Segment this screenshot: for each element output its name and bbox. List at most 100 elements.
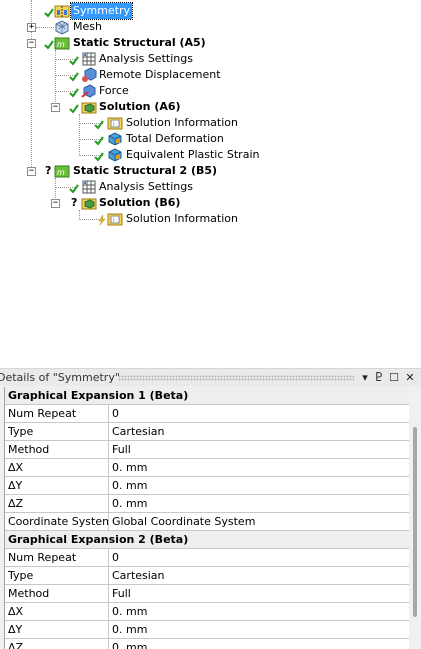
collapse-toggle[interactable]: − bbox=[27, 167, 36, 176]
close-icon[interactable]: ✕ bbox=[404, 371, 416, 385]
pin-icon[interactable]: Ⴒ bbox=[373, 371, 385, 385]
dropdown-icon[interactable]: ▾ bbox=[359, 371, 371, 385]
details-title: Details of "Symmetry" bbox=[0, 371, 120, 384]
tree-item-label: Symmetry bbox=[69, 2, 134, 20]
check-icon bbox=[69, 72, 79, 82]
property-row[interactable]: Num Repeat 0 bbox=[5, 405, 409, 423]
property-value[interactable]: 0. mm bbox=[109, 639, 409, 649]
tree-item-solution-information-2[interactable]: i Solution Information bbox=[0, 211, 240, 227]
check-icon bbox=[69, 56, 79, 66]
solution-information-icon: i bbox=[107, 117, 123, 130]
section-header[interactable]: Graphical Expansion 1 (Beta) bbox=[5, 387, 409, 405]
tree-item-label: Force bbox=[99, 84, 129, 97]
tree-item-label: Solution Information bbox=[126, 116, 238, 129]
property-name: Type bbox=[5, 567, 109, 584]
property-value[interactable]: 0. mm bbox=[109, 495, 409, 512]
tree-item-label: Remote Displacement bbox=[99, 68, 221, 81]
property-name: ΔY bbox=[5, 621, 109, 638]
panel-grip[interactable] bbox=[118, 375, 354, 381]
tree-item-label: Equivalent Plastic Strain bbox=[126, 148, 260, 161]
property-value[interactable]: 0. mm bbox=[109, 477, 409, 494]
tree-item-total-deformation[interactable]: Total Deformation bbox=[0, 131, 240, 147]
property-row[interactable]: Num Repeat 0 bbox=[5, 549, 409, 567]
check-icon bbox=[44, 8, 54, 18]
property-value[interactable]: Full bbox=[109, 585, 409, 602]
property-name: Num Repeat bbox=[5, 405, 109, 422]
property-value[interactable]: Cartesian bbox=[109, 423, 409, 440]
tree-item-label: Static Structural 2 (B5) bbox=[73, 164, 218, 177]
analysis-system-icon: m bbox=[54, 37, 70, 50]
collapse-toggle[interactable]: − bbox=[51, 103, 60, 112]
tree-item-label: Analysis Settings bbox=[99, 52, 193, 65]
tree-item-label: Analysis Settings bbox=[99, 180, 193, 193]
force-icon bbox=[81, 84, 96, 98]
check-icon bbox=[69, 104, 79, 114]
outline-tree[interactable]: Symmetry + Mesh − m Static Structural (A… bbox=[0, 0, 421, 362]
property-row[interactable]: ΔZ 0. mm bbox=[5, 639, 409, 649]
tree-item-solution-information[interactable]: i Solution Information bbox=[0, 115, 240, 131]
property-row[interactable]: ΔX 0. mm bbox=[5, 459, 409, 477]
tree-item-label: Total Deformation bbox=[126, 132, 224, 145]
analysis-settings-icon bbox=[82, 180, 96, 194]
svg-text:m: m bbox=[57, 40, 65, 49]
property-value[interactable]: Cartesian bbox=[109, 567, 409, 584]
collapse-toggle[interactable]: − bbox=[51, 199, 60, 208]
property-value[interactable]: 0 bbox=[109, 549, 409, 566]
tree-item-symmetry[interactable]: Symmetry bbox=[0, 2, 200, 20]
property-name: Method bbox=[5, 585, 109, 602]
tree-item-solution-b6[interactable]: − ? Solution (B6) bbox=[0, 195, 220, 211]
property-row[interactable]: ΔY 0. mm bbox=[5, 621, 409, 639]
check-icon bbox=[69, 88, 79, 98]
tree-item-solution-a6[interactable]: − Solution (A6) bbox=[0, 99, 220, 115]
expand-toggle[interactable]: + bbox=[27, 23, 36, 32]
result-icon bbox=[108, 132, 122, 146]
check-icon bbox=[94, 136, 104, 146]
property-value[interactable]: 0 bbox=[109, 405, 409, 422]
maximize-icon[interactable]: ☐ bbox=[388, 371, 400, 385]
section-header[interactable]: Graphical Expansion 2 (Beta) bbox=[5, 531, 409, 549]
collapse-toggle[interactable]: − bbox=[27, 39, 36, 48]
tree-item-equivalent-plastic-strain[interactable]: Equivalent Plastic Strain bbox=[0, 147, 260, 163]
tree-item-analysis-settings-2[interactable]: Analysis Settings bbox=[0, 179, 220, 195]
property-row[interactable]: Coordinate System Global Coordinate Syst… bbox=[5, 513, 409, 531]
property-row[interactable]: ΔX 0. mm bbox=[5, 603, 409, 621]
property-name: ΔZ bbox=[5, 639, 109, 649]
mesh-icon bbox=[55, 20, 69, 35]
property-value[interactable]: 0. mm bbox=[109, 459, 409, 476]
tree-item-force[interactable]: Force bbox=[0, 83, 220, 99]
property-name: ΔZ bbox=[5, 495, 109, 512]
property-name: Type bbox=[5, 423, 109, 440]
check-icon bbox=[44, 40, 54, 50]
details-grid[interactable]: Graphical Expansion 1 (Beta) Num Repeat … bbox=[4, 387, 409, 649]
scrollbar-thumb[interactable] bbox=[413, 427, 417, 617]
property-row[interactable]: Type Cartesian bbox=[5, 423, 409, 441]
property-value[interactable]: 0. mm bbox=[109, 621, 409, 638]
remote-displacement-icon bbox=[82, 67, 97, 82]
check-icon bbox=[94, 120, 104, 130]
property-value[interactable]: 0. mm bbox=[109, 603, 409, 620]
tree-item-static-structural-2-b5[interactable]: − ? m Static Structural 2 (B5) bbox=[0, 163, 240, 179]
analysis-system-icon: m bbox=[54, 165, 70, 178]
tree-item-static-structural-a5[interactable]: − m Static Structural (A5) bbox=[0, 35, 220, 51]
lightning-icon bbox=[98, 215, 106, 225]
tree-item-label: Static Structural (A5) bbox=[73, 36, 206, 49]
check-icon bbox=[69, 184, 79, 194]
solution-folder-icon bbox=[81, 102, 97, 114]
question-icon: ? bbox=[71, 196, 78, 209]
property-row[interactable]: Method Full bbox=[5, 441, 409, 459]
property-value[interactable]: Full bbox=[109, 441, 409, 458]
property-row[interactable]: ΔZ 0. mm bbox=[5, 495, 409, 513]
tree-item-analysis-settings[interactable]: Analysis Settings bbox=[0, 51, 220, 67]
property-row[interactable]: ΔY 0. mm bbox=[5, 477, 409, 495]
solution-information-icon: i bbox=[107, 213, 123, 226]
property-row[interactable]: Type Cartesian bbox=[5, 567, 409, 585]
property-value[interactable]: Global Coordinate System bbox=[109, 513, 409, 530]
section-title: Graphical Expansion 1 (Beta) bbox=[8, 389, 189, 402]
property-row[interactable]: Method Full bbox=[5, 585, 409, 603]
tree-item-mesh[interactable]: + Mesh bbox=[0, 19, 200, 35]
solution-folder-icon bbox=[81, 198, 97, 210]
section-title: Graphical Expansion 2 (Beta) bbox=[8, 533, 189, 546]
property-name: ΔX bbox=[5, 459, 109, 476]
tree-item-remote-displacement[interactable]: Remote Displacement bbox=[0, 67, 221, 83]
details-scrollbar[interactable] bbox=[409, 387, 421, 649]
